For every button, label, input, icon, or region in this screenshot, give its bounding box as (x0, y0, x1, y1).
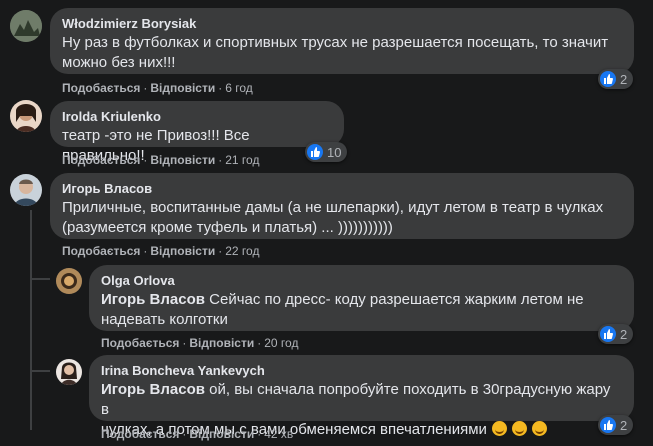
comment-bubble: Olga Orlova Игорь Власов Сейчас по дресс… (89, 265, 634, 331)
timestamp[interactable]: 42 хв (264, 427, 293, 441)
reaction-count[interactable]: 2 (598, 415, 634, 435)
author-name[interactable]: Olga Orlova (101, 273, 622, 289)
timestamp[interactable]: 6 год (225, 81, 253, 95)
timestamp[interactable]: 20 год (264, 336, 298, 350)
like-icon (600, 326, 616, 342)
reaction-number: 2 (620, 326, 628, 342)
grin-emoji-icon (492, 421, 508, 436)
separator: · (182, 427, 187, 441)
reaction-number: 2 (620, 417, 628, 433)
separator: · (143, 244, 148, 258)
like-link[interactable]: Подобається (101, 336, 179, 350)
comment-actions: Подобається · Відповісти · 42 хв (101, 427, 293, 441)
comment-bubble: Irina Boncheva Yankevych Игорь Власов ой… (89, 355, 634, 438)
separator: · (218, 81, 223, 95)
reply-link[interactable]: Відповісти (150, 81, 215, 95)
comment-line: Приличные, воспитанные дамы (а не шлепар… (62, 199, 604, 216)
reply-link[interactable]: Відповісти (189, 427, 254, 441)
comment-line: Игорь Власов ой, вы сначала попробуйте п… (101, 380, 622, 420)
thread-branch (30, 278, 50, 280)
comment-line: Ну раз в футболках и спортивных трусах н… (62, 34, 609, 51)
comment-bubble: Игорь Власов Приличные, воспитанные дамы… (50, 173, 634, 239)
comment-bubble: Włodzimierz Borysiak Ну раз в футболках … (50, 8, 634, 74)
separator: · (218, 244, 223, 258)
grin-emoji-icon (512, 421, 528, 436)
author-name[interactable]: Irolda Kriulenko (62, 109, 332, 125)
comment-text: Игорь Власов Сейчас по дресс- коду разре… (101, 290, 622, 330)
author-name[interactable]: Włodzimierz Borysiak (62, 16, 622, 32)
timestamp[interactable]: 22 год (225, 244, 259, 258)
comment-bubble: Irolda Kriulenko театр -это не Привоз!!!… (50, 101, 344, 164)
comment-text: Приличные, воспитанные дамы (а не шлепар… (62, 198, 622, 238)
like-link[interactable]: Подобається (62, 244, 140, 258)
reaction-number: 10 (327, 144, 342, 160)
reaction-number: 2 (620, 71, 628, 87)
like-icon (307, 144, 323, 160)
separator: · (257, 336, 262, 350)
comment-actions: Подобається · Відповісти · 22 год (62, 244, 259, 258)
reply-link[interactable]: Відповісти (150, 153, 215, 167)
comment-line-text: Сейчас по дресс- коду разрешается жарким… (204, 291, 584, 308)
like-icon (600, 417, 616, 433)
reaction-count[interactable]: 2 (598, 324, 634, 344)
avatar[interactable] (56, 268, 82, 294)
author-name[interactable]: Игорь Власов (62, 181, 622, 197)
separator: · (143, 81, 148, 95)
comment-actions: Подобається · Відповісти · 20 год (101, 336, 298, 350)
mention-link[interactable]: Игорь Власов (101, 291, 205, 308)
comment-text: Ну раз в футболках и спортивных трусах н… (62, 33, 622, 73)
separator: · (182, 336, 187, 350)
grin-emoji-icon (532, 421, 548, 436)
timestamp[interactable]: 21 год (225, 153, 259, 167)
comment-line: Игорь Власов Сейчас по дресс- коду разре… (101, 290, 622, 310)
separator: · (218, 153, 223, 167)
comment-line: надевать колготки (101, 311, 228, 328)
avatar[interactable] (56, 359, 82, 385)
reply-link[interactable]: Відповісти (150, 244, 215, 258)
reply-link[interactable]: Відповісти (189, 336, 254, 350)
comment-line: (разумеется кроме туфель и платья) ... )… (62, 219, 393, 236)
like-link[interactable]: Подобається (62, 81, 140, 95)
reaction-count[interactable]: 10 (305, 142, 348, 162)
comment-actions: Подобається · Відповісти · 21 год (62, 153, 259, 167)
like-link[interactable]: Подобається (62, 153, 140, 167)
thread-line (30, 210, 32, 430)
avatar[interactable] (10, 10, 42, 42)
comment-line: можно без них!!! (62, 54, 176, 71)
separator: · (143, 153, 148, 167)
separator: · (257, 427, 262, 441)
like-link[interactable]: Подобається (101, 427, 179, 441)
avatar[interactable] (10, 100, 42, 132)
thread-branch (30, 370, 50, 372)
reaction-count[interactable]: 2 (598, 69, 634, 89)
avatar[interactable] (10, 174, 42, 206)
author-name[interactable]: Irina Boncheva Yankevych (101, 363, 622, 379)
like-icon (600, 71, 616, 87)
comment-actions: Подобається · Відповісти · 6 год (62, 81, 253, 95)
mention-link[interactable]: Игорь Власов (101, 381, 205, 398)
